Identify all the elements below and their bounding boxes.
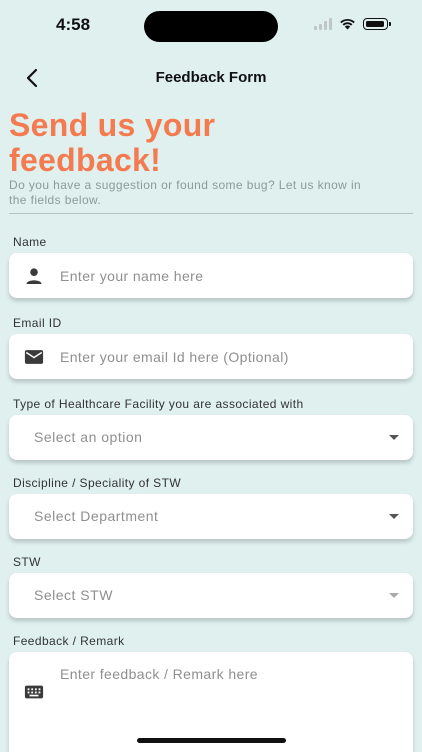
name-label: Name <box>13 235 47 249</box>
status-time: 4:58 <box>56 15 91 34</box>
dropdown-arrow-icon <box>389 593 399 598</box>
divider <box>9 213 413 214</box>
system-icons <box>314 18 391 30</box>
name-field-container <box>9 253 413 298</box>
navigation-bar: Feedback Form <box>0 58 422 98</box>
stw-select[interactable]: Select STW <box>9 573 413 618</box>
mail-icon <box>24 347 44 367</box>
email-field-container <box>9 334 413 379</box>
facility-select[interactable]: Select an option <box>9 415 413 460</box>
stw-label: STW <box>13 555 41 569</box>
stw-select-value: Select STW <box>34 587 113 603</box>
email-input[interactable] <box>60 334 400 379</box>
dynamic-island <box>144 11 278 42</box>
dropdown-arrow-icon <box>389 514 399 519</box>
discipline-label: Discipline / Speciality of STW <box>13 476 182 490</box>
hero-title: Send us your feedback! <box>9 107 216 178</box>
name-input[interactable] <box>60 253 400 298</box>
person-icon <box>24 266 44 286</box>
feedback-textarea[interactable] <box>60 665 400 735</box>
home-indicator <box>137 738 286 743</box>
status-bar: 4:58 <box>0 0 422 52</box>
email-label: Email ID <box>13 316 62 330</box>
battery-icon <box>363 18 391 30</box>
wifi-icon <box>340 18 355 30</box>
dropdown-arrow-icon <box>389 435 399 440</box>
discipline-select[interactable]: Select Department <box>9 494 413 539</box>
keyboard-icon <box>24 682 44 702</box>
discipline-select-value: Select Department <box>34 508 159 524</box>
feedback-field-container <box>9 652 413 752</box>
facility-label: Type of Healthcare Facility you are asso… <box>13 397 304 411</box>
facility-select-value: Select an option <box>34 429 143 445</box>
hero-subtitle: Do you have a suggestion or found some b… <box>9 178 362 207</box>
page-title: Feedback Form <box>155 69 267 86</box>
feedback-label: Feedback / Remark <box>13 634 125 648</box>
cellular-signal-icon <box>314 18 332 30</box>
